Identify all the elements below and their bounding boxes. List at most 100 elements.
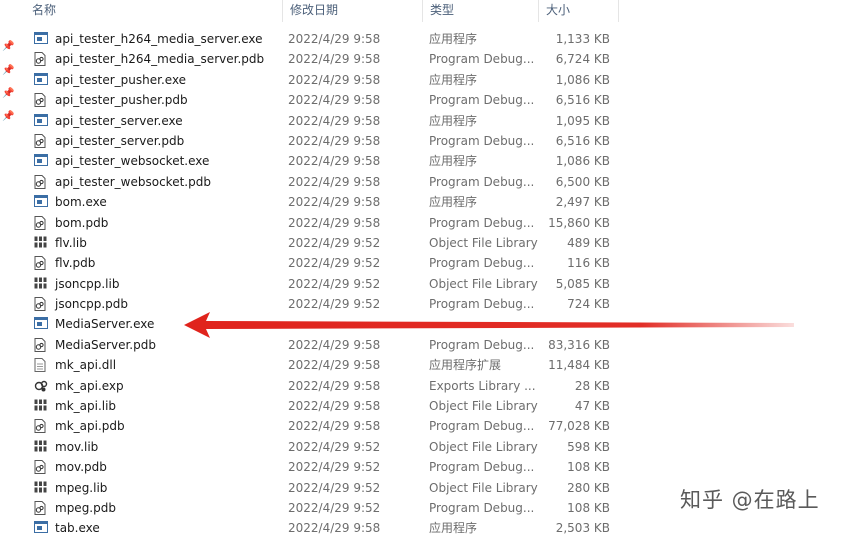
column-header-date[interactable]: 修改日期 xyxy=(282,0,422,22)
file-type: 应用程序 xyxy=(429,521,478,536)
lib-file-icon xyxy=(34,233,48,253)
column-header-type[interactable]: 类型 xyxy=(422,0,538,22)
column-header-size[interactable]: 大小 xyxy=(538,0,618,22)
file-name: mpeg.lib xyxy=(55,480,108,495)
column-header-name[interactable]: 名称 xyxy=(24,0,282,22)
column-divider[interactable] xyxy=(618,0,619,22)
file-row[interactable]: tab.exe 2022/4/29 9:58 应用程序 2,503 KB xyxy=(24,518,644,538)
file-type: 应用程序扩展 xyxy=(429,358,502,373)
file-size: 6,724 KB xyxy=(555,52,610,67)
file-name: api_tester_pusher.exe xyxy=(55,72,187,87)
file-type: Program Debug... xyxy=(429,460,535,475)
file-name: bom.pdb xyxy=(55,215,109,230)
exe-file-icon xyxy=(34,111,48,131)
file-name: mov.pdb xyxy=(55,460,107,475)
file-row[interactable]: mk_api.lib 2022/4/29 9:58 Object File Libr… xyxy=(24,396,644,416)
file-name: api_tester_websocket.exe xyxy=(55,154,210,169)
file-name: MediaServer.exe xyxy=(55,317,155,332)
red-arrow-annotation xyxy=(184,312,794,338)
file-name: bom.exe xyxy=(55,195,107,210)
file-size: 598 KB xyxy=(567,439,610,454)
pdb-file-icon xyxy=(34,498,48,518)
file-modified-date: 2022/4/29 9:52 xyxy=(288,480,381,495)
lib-file-icon xyxy=(34,274,48,294)
file-type: Program Debug... xyxy=(429,256,535,271)
file-row[interactable]: api_tester_h264_media_server.pdb 2022/4/2… xyxy=(24,49,644,69)
file-row[interactable]: mk_api.pdb 2022/4/29 9:58 Program Debug...… xyxy=(24,416,644,436)
pin-icon[interactable]: 📌 xyxy=(2,89,14,99)
file-modified-date: 2022/4/29 9:58 xyxy=(288,419,381,434)
pdb-file-icon xyxy=(34,90,48,110)
file-modified-date: 2022/4/29 9:52 xyxy=(288,256,381,271)
file-row[interactable]: mk_api.dll 2022/4/29 9:58 应用程序扩展 11,484 KB xyxy=(24,355,644,375)
file-type: Program Debug... xyxy=(429,174,535,189)
file-type: Object File Library xyxy=(429,235,538,250)
file-size: 1,095 KB xyxy=(555,113,610,128)
file-modified-date: 2022/4/29 9:58 xyxy=(288,521,381,536)
file-row[interactable]: api_tester_server.exe 2022/4/29 9:58 应用程序 1… xyxy=(24,111,644,131)
watermark-text: 知乎 @在路上 xyxy=(680,488,820,512)
file-modified-date: 2022/4/29 9:58 xyxy=(288,174,381,189)
file-name: mk_api.dll xyxy=(55,358,117,373)
file-name: api_tester_websocket.pdb xyxy=(55,174,211,189)
file-row[interactable]: jsoncpp.lib 2022/4/29 9:52 Object File Lib… xyxy=(24,274,644,294)
file-type: Object File Library xyxy=(429,276,538,291)
file-row[interactable]: mpeg.pdb 2022/4/29 9:52 Program Debug... 10… xyxy=(24,498,644,518)
file-row[interactable]: api_tester_websocket.exe 2022/4/29 9:58 应用… xyxy=(24,151,644,171)
file-row[interactable]: flv.lib 2022/4/29 9:52 Object File Library… xyxy=(24,233,644,253)
file-row[interactable]: bom.pdb 2022/4/29 9:58 Program Debug... 15,… xyxy=(24,213,644,233)
file-type: Program Debug... xyxy=(429,419,535,434)
file-size: 5,085 KB xyxy=(555,276,610,291)
file-size: 6,500 KB xyxy=(555,174,610,189)
pdb-file-icon xyxy=(34,49,48,69)
pdb-file-icon xyxy=(34,416,48,436)
file-row[interactable]: mov.lib 2022/4/29 9:52 Object File Library… xyxy=(24,437,644,457)
file-size: 1,133 KB xyxy=(555,32,610,46)
pdb-file-icon xyxy=(34,172,48,192)
file-modified-date: 2022/4/29 9:58 xyxy=(288,399,381,414)
pdb-file-icon xyxy=(34,131,48,151)
file-row[interactable]: mov.pdb 2022/4/29 9:52 Program Debug... 108… xyxy=(24,457,644,477)
file-modified-date: 2022/4/29 9:52 xyxy=(288,235,381,250)
exe-file-icon xyxy=(34,314,48,334)
file-row[interactable]: bom.exe 2022/4/29 9:58 应用程序 2,497 KB xyxy=(24,192,644,212)
column-header-row: 名称 修改日期 类型 大小 xyxy=(24,0,863,24)
file-row[interactable]: mpeg.lib 2022/4/29 9:52 Object File Librar… xyxy=(24,478,644,498)
lib-file-icon xyxy=(34,437,48,457)
file-name: api_tester_h264_media_server.exe xyxy=(55,32,263,46)
exe-file-icon xyxy=(34,70,48,90)
file-name: tab.exe xyxy=(55,521,100,536)
file-row[interactable]: flv.pdb 2022/4/29 9:52 Program Debug... 116… xyxy=(24,253,644,273)
file-name: flv.lib xyxy=(55,235,87,250)
file-modified-date: 2022/4/29 9:52 xyxy=(288,500,381,515)
file-type: Program Debug... xyxy=(429,93,535,108)
file-row[interactable]: api_tester_pusher.exe 2022/4/29 9:58 应用程序 1… xyxy=(24,70,644,90)
file-type: 应用程序 xyxy=(429,72,478,87)
file-type: Program Debug... xyxy=(429,500,535,515)
file-list: api_tester_h264_media_server.exe 2022/4/2… xyxy=(24,29,644,539)
file-type: Program Debug... xyxy=(429,215,535,230)
file-modified-date: 2022/4/29 9:58 xyxy=(288,154,381,169)
exe-file-icon xyxy=(34,192,48,212)
pin-icon[interactable]: 📌 xyxy=(2,42,14,52)
file-modified-date: 2022/4/29 9:58 xyxy=(288,378,381,393)
file-name: api_tester_pusher.pdb xyxy=(55,93,188,108)
file-row[interactable]: api_tester_websocket.pdb 2022/4/29 9:58 Pr… xyxy=(24,172,644,192)
file-modified-date: 2022/4/29 9:52 xyxy=(288,276,381,291)
pin-icon[interactable]: 📌 xyxy=(2,112,14,122)
lib-file-icon xyxy=(34,396,48,416)
file-modified-date: 2022/4/29 9:58 xyxy=(288,358,381,373)
dll-file-icon xyxy=(34,355,48,375)
file-size: 6,516 KB xyxy=(555,93,610,108)
file-row[interactable]: api_tester_server.pdb 2022/4/29 9:58 Progr… xyxy=(24,131,644,151)
file-size: 28 KB xyxy=(574,378,610,393)
pdb-file-icon xyxy=(34,213,48,233)
file-size: 489 KB xyxy=(567,235,610,250)
file-row[interactable]: api_tester_h264_media_server.exe 2022/4/2… xyxy=(24,29,644,49)
file-row[interactable]: mk_api.exp 2022/4/29 9:58 Exports Library … xyxy=(24,376,644,396)
file-name: flv.pdb xyxy=(55,256,96,271)
file-name: jsoncpp.pdb xyxy=(55,297,129,312)
file-name: api_tester_h264_media_server.pdb xyxy=(55,52,265,67)
pin-icon[interactable]: 📌 xyxy=(2,66,14,76)
file-row[interactable]: api_tester_pusher.pdb 2022/4/29 9:58 Progr… xyxy=(24,90,644,110)
